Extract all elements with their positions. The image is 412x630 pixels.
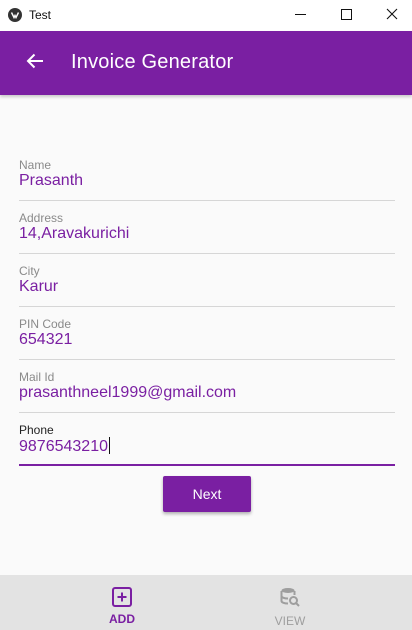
phone-input[interactable]: 9876543210 (19, 437, 110, 456)
bottom-nav: ADD VIEW (0, 575, 412, 630)
address-field[interactable]: Address 14,Aravakurichi (19, 211, 395, 254)
nav-item-view[interactable]: VIEW (240, 575, 340, 630)
mail-id-value[interactable]: prasanthneel1999@gmail.com (19, 384, 236, 402)
maximize-icon (340, 7, 352, 25)
close-icon (386, 7, 398, 25)
nav-item-add[interactable]: ADD (72, 575, 172, 630)
close-button[interactable] (369, 0, 412, 31)
pin-code-field[interactable]: PIN Code 654321 (19, 317, 395, 360)
address-label: Address (19, 211, 64, 225)
maximize-button[interactable] (323, 0, 369, 31)
minimize-icon (294, 7, 306, 25)
minimize-button[interactable] (277, 0, 323, 31)
window-title: Test (29, 8, 52, 22)
add-box-icon (111, 586, 133, 608)
page-title: Invoice Generator (71, 51, 234, 73)
pin-code-label: PIN Code (19, 317, 72, 331)
mail-id-field[interactable]: Mail Id prasanthneel1999@gmail.com (19, 370, 395, 413)
text-caret (108, 437, 110, 454)
city-label: City (19, 264, 40, 278)
address-value[interactable]: 14,Aravakurichi (19, 225, 129, 243)
name-value[interactable]: Prasanth (19, 172, 83, 190)
next-button[interactable]: Next (163, 476, 251, 512)
app-logo-icon (8, 8, 22, 22)
city-field[interactable]: City Karur (19, 264, 395, 307)
database-search-icon (279, 586, 301, 608)
nav-label-view: VIEW (274, 614, 306, 628)
app-bar: Invoice Generator (0, 31, 412, 95)
mail-id-label: Mail Id (19, 370, 55, 384)
arrow-back-icon (26, 52, 44, 75)
back-button[interactable] (23, 51, 47, 75)
name-field[interactable]: Name Prasanth (19, 158, 395, 201)
phone-label: Phone (19, 423, 54, 437)
phone-field[interactable]: Phone 9876543210 (19, 423, 395, 466)
city-value[interactable]: Karur (19, 278, 58, 296)
phone-value: 9876543210 (19, 438, 108, 455)
name-label: Name (19, 158, 52, 172)
pin-code-value[interactable]: 654321 (19, 331, 72, 349)
window-titlebar: Test (0, 0, 412, 31)
nav-label-add: ADD (109, 612, 135, 626)
